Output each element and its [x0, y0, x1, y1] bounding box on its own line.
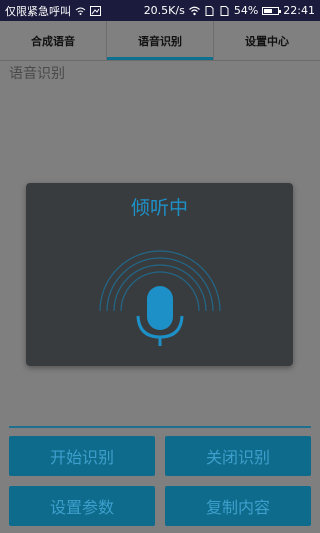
wifi-small-icon: [75, 7, 86, 15]
copy-content-button[interactable]: 复制内容: [165, 486, 311, 526]
tab-label: 设置中心: [245, 34, 289, 48]
battery-percent: 54%: [233, 4, 259, 17]
section-title: 语音识别: [9, 66, 65, 82]
close-recognition-button[interactable]: 关闭识别: [165, 436, 311, 476]
microphone-icon: [99, 250, 221, 346]
status-bar: 仅限紧急呼叫 20.5K/s 54% 22:41: [0, 0, 320, 21]
wifi-icon: [188, 6, 200, 15]
carrier-text: 仅限紧急呼叫: [5, 4, 71, 18]
tab-label: 合成语音: [31, 34, 75, 48]
clock: 22:41: [283, 4, 315, 17]
divider: [9, 426, 311, 428]
network-speed: 20.5K/s: [143, 4, 185, 17]
tab-bar: 合成语音 语音识别 设置中心: [0, 21, 320, 61]
tab-synthesis[interactable]: 合成语音: [0, 21, 107, 60]
sim-icon: [205, 5, 214, 16]
tab-recognition[interactable]: 语音识别: [107, 21, 214, 60]
battery-icon: [262, 6, 282, 15]
start-recognition-button[interactable]: 开始识别: [9, 436, 155, 476]
tab-label: 语音识别: [138, 34, 182, 48]
image-notification-icon: [90, 5, 101, 16]
sim2-icon: [220, 5, 229, 16]
listening-dialog: 倾听中: [26, 183, 293, 366]
settings-button[interactable]: 设置参数: [9, 486, 155, 526]
tab-settings[interactable]: 设置中心: [214, 21, 320, 60]
